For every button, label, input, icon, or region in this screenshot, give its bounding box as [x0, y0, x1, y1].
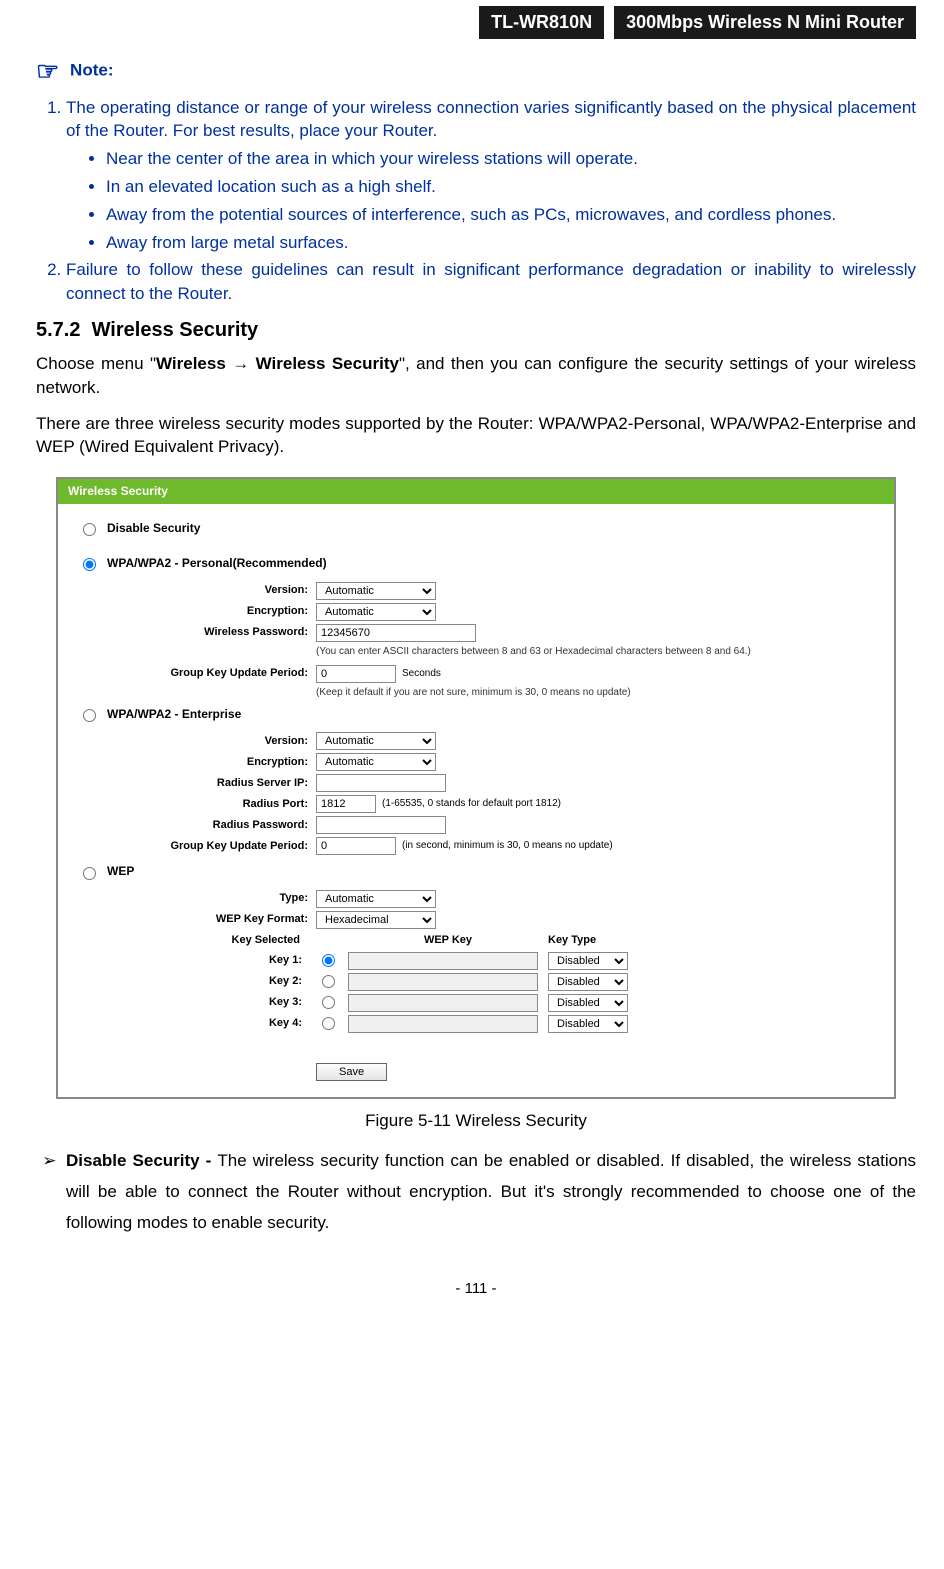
gkup-label: Group Key Update Period:	[78, 666, 316, 681]
wep-key1-radio[interactable]	[322, 954, 335, 967]
wpa-enterprise-option[interactable]: WPA/WPA2 - Enterprise	[78, 706, 874, 723]
wep-key-row: Key 4: Disabled	[78, 1015, 874, 1033]
model-box: TL-WR810N	[479, 6, 604, 39]
wep-key2-input[interactable]	[348, 973, 538, 991]
gkup-input[interactable]	[316, 665, 396, 683]
wep-key4-input[interactable]	[348, 1015, 538, 1033]
section-para-1: Choose menu "Wireless → Wireless Securit…	[36, 352, 916, 400]
wireless-security-figure: Wireless Security Disable Security WPA/W…	[56, 477, 896, 1098]
encryption-label: Encryption:	[78, 604, 316, 619]
wep-option[interactable]: WEP	[78, 863, 874, 880]
password-hint: (You can enter ASCII characters between …	[316, 645, 874, 659]
version-select[interactable]: Automatic	[316, 582, 436, 600]
doc-header: TL-WR810N 300Mbps Wireless N Mini Router	[36, 6, 916, 39]
wep-key3-input[interactable]	[348, 994, 538, 1012]
wep-type-select[interactable]: Automatic	[316, 890, 436, 908]
note-bullet: In an elevated location such as a high s…	[106, 175, 916, 199]
wep-radio[interactable]	[83, 867, 96, 880]
radius-password-input[interactable]	[316, 816, 446, 834]
product-box: 300Mbps Wireless N Mini Router	[614, 6, 916, 39]
save-button[interactable]: Save	[316, 1063, 387, 1081]
feature-list: Disable Security - The wireless security…	[36, 1146, 916, 1238]
wireless-password-label: Wireless Password:	[78, 625, 316, 640]
note-heading: ☞ Note:	[36, 53, 916, 89]
page-number: - 111 -	[36, 1278, 916, 1299]
wep-key-row: Key 1: Disabled	[78, 952, 874, 970]
ent-encryption-select[interactable]: Automatic	[316, 753, 436, 771]
wep-key-row: Key 3: Disabled	[78, 994, 874, 1012]
note-bullet: Away from large metal surfaces.	[106, 231, 916, 255]
note-bullet: Near the center of the area in which you…	[106, 147, 916, 171]
wpa-personal-option[interactable]: WPA/WPA2 - Personal(Recommended)	[78, 555, 874, 572]
note-item-2: Failure to follow these guidelines can r…	[66, 258, 916, 306]
disable-security-radio[interactable]	[83, 523, 96, 536]
ent-version-select[interactable]: Automatic	[316, 732, 436, 750]
disable-security-desc: Disable Security - The wireless security…	[66, 1146, 916, 1238]
ent-gkup-input[interactable]	[316, 837, 396, 855]
wep-key1-input[interactable]	[348, 952, 538, 970]
wep-format-select[interactable]: Hexadecimal	[316, 911, 436, 929]
wep-key1-type[interactable]: Disabled	[548, 952, 628, 970]
wep-key2-type[interactable]: Disabled	[548, 973, 628, 991]
note-bullet: Away from the potential sources of inter…	[106, 203, 916, 227]
wireless-password-input[interactable]	[316, 624, 476, 642]
wep-table-header: Key Selected WEP Key Key Type	[78, 933, 874, 948]
wpa-personal-radio[interactable]	[83, 558, 96, 571]
version-label: Version:	[78, 583, 316, 598]
wep-key2-radio[interactable]	[322, 975, 335, 988]
note-label: Note:	[70, 61, 113, 80]
figure-titlebar: Wireless Security	[58, 479, 894, 504]
gkup-hint: (Keep it default if you are not sure, mi…	[316, 686, 874, 700]
gkup-unit: Seconds	[402, 667, 441, 681]
wep-key4-type[interactable]: Disabled	[548, 1015, 628, 1033]
radius-ip-input[interactable]	[316, 774, 446, 792]
disable-security-option[interactable]: Disable Security	[78, 520, 874, 537]
wep-key3-type[interactable]: Disabled	[548, 994, 628, 1012]
note-list: The operating distance or range of your …	[36, 96, 916, 306]
note-item-1: The operating distance or range of your …	[66, 96, 916, 255]
wpa-enterprise-radio[interactable]	[83, 709, 96, 722]
section-heading: 5.7.2 Wireless Security	[36, 316, 916, 344]
pointing-hand-icon: ☞	[36, 56, 59, 86]
encryption-select[interactable]: Automatic	[316, 603, 436, 621]
wep-key-row: Key 2: Disabled	[78, 973, 874, 991]
note-sublist: Near the center of the area in which you…	[66, 147, 916, 254]
wep-key4-radio[interactable]	[322, 1017, 335, 1030]
section-para-2: There are three wireless security modes …	[36, 412, 916, 460]
radius-port-input[interactable]	[316, 795, 376, 813]
figure-caption: Figure 5-11 Wireless Security	[36, 1109, 916, 1133]
wep-key3-radio[interactable]	[322, 996, 335, 1009]
